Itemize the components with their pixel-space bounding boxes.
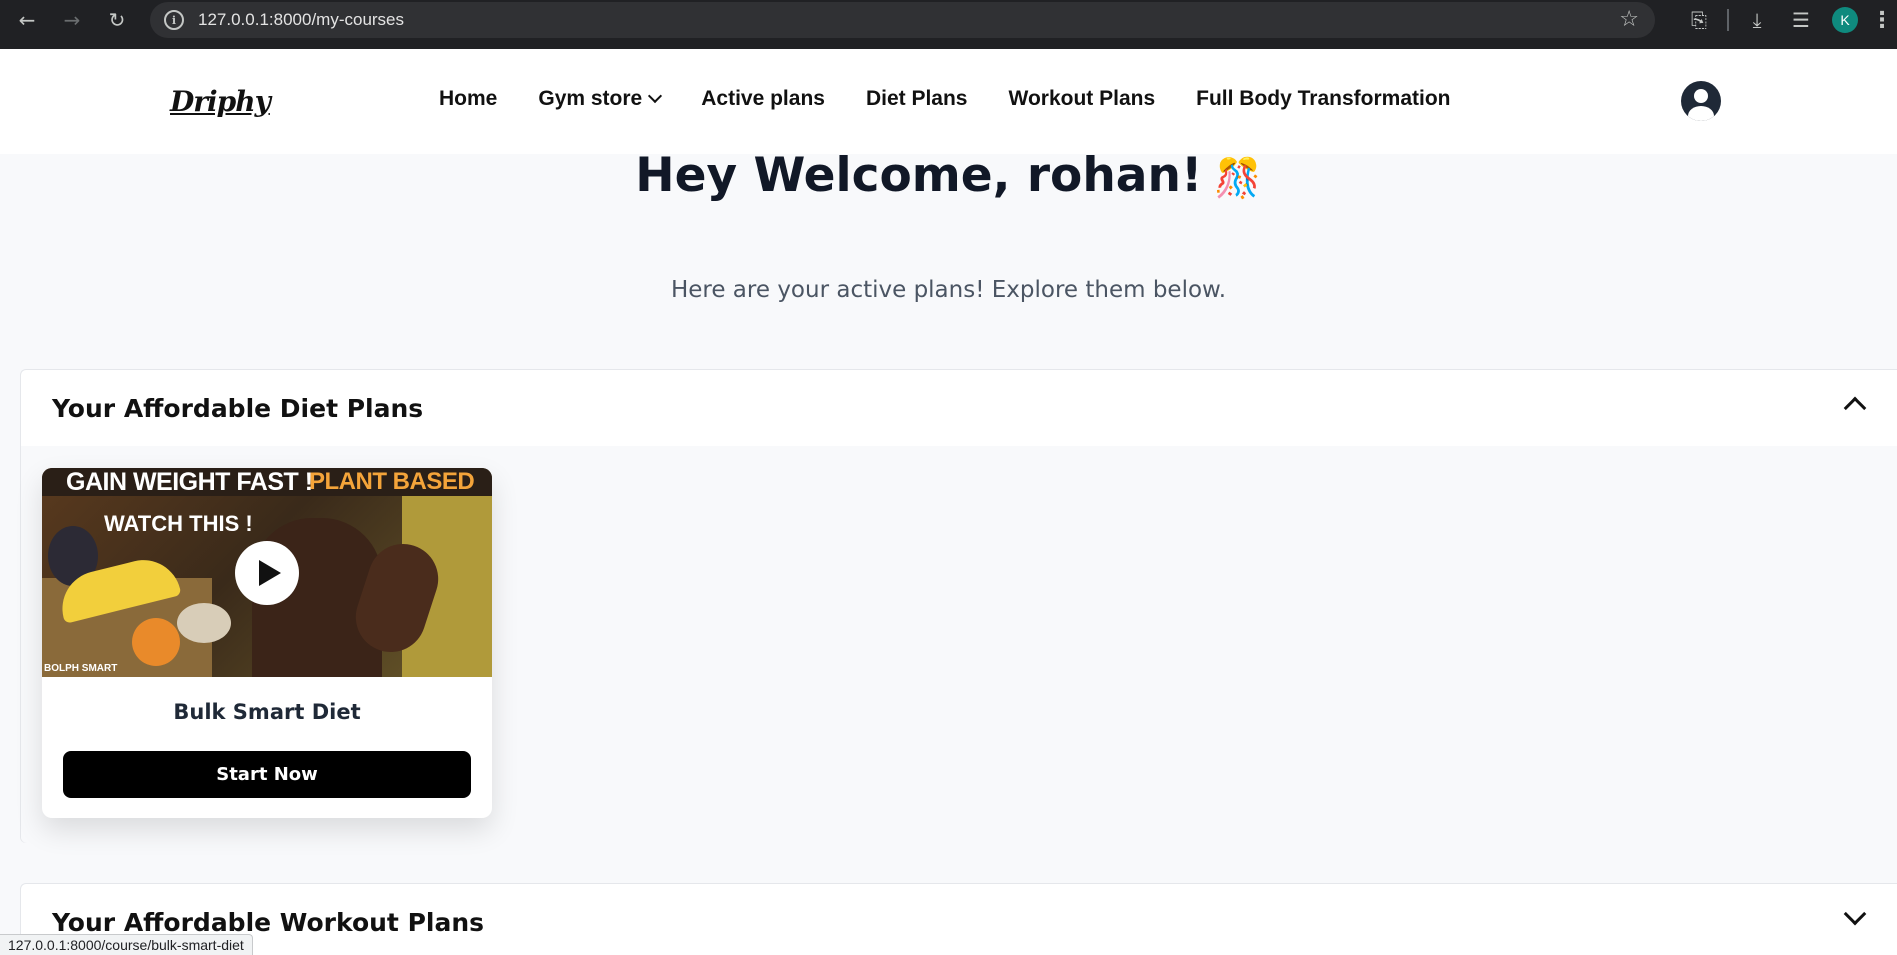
chevron-down-icon[interactable] bbox=[1843, 902, 1867, 926]
plan-card-title: Bulk Smart Diet bbox=[173, 700, 361, 724]
nav-workout-plans-label: Workout Plans bbox=[1008, 87, 1156, 110]
main-nav: Home Gym store Active plans Diet Plans W… bbox=[439, 87, 1492, 111]
browser-toolbar: ← → ↻ i 127.0.0.1:8000/my-courses ☆ ⎘ ⤓ … bbox=[0, 0, 1897, 49]
welcome-subtitle: Here are your active plans! Explore them… bbox=[670, 277, 1227, 303]
plan-card[interactable]: GAIN WEIGHT FAST ! PLANT BASED WATCH THI… bbox=[42, 468, 492, 818]
profile-avatar[interactable]: K bbox=[1823, 0, 1867, 40]
nav-workout-plans[interactable]: Workout Plans bbox=[1009, 87, 1156, 111]
play-triangle bbox=[259, 560, 281, 586]
thumb-orange bbox=[132, 618, 180, 666]
browser-menu-icon[interactable]: ⋮ bbox=[1867, 0, 1897, 40]
nav-active-plans[interactable]: Active plans bbox=[701, 87, 825, 111]
site-header: Driphy Home Gym store Active plans Diet … bbox=[0, 49, 1897, 154]
thumb-text-watch-this: WATCH THIS ! bbox=[104, 511, 253, 536]
address-bar[interactable]: i 127.0.0.1:8000/my-courses ☆ bbox=[150, 2, 1655, 38]
nav-full-body-transformation[interactable]: Full Body Transformation bbox=[1196, 87, 1450, 111]
user-icon-shoulders bbox=[1688, 106, 1714, 121]
address-url: 127.0.0.1:8000/my-courses bbox=[198, 10, 405, 29]
nav-diet-plans-label: Diet Plans bbox=[865, 87, 968, 110]
user-circle-icon[interactable] bbox=[1681, 81, 1721, 121]
bookmark-star-icon[interactable]: ☆ bbox=[1619, 7, 1639, 32]
thumb-watermark: BOLPH SMART bbox=[44, 663, 118, 674]
nav-home[interactable]: Home bbox=[439, 87, 497, 111]
chevron-down-icon bbox=[648, 88, 663, 104]
welcome-text: Hey Welcome, rohan! bbox=[635, 148, 1203, 203]
party-popper-icon: 🎊 bbox=[1214, 156, 1262, 200]
nav-active-plans-label: Active plans bbox=[701, 87, 825, 110]
play-button-icon[interactable] bbox=[235, 541, 299, 605]
site-info-icon[interactable]: i bbox=[164, 10, 184, 30]
reload-icon[interactable]: ↻ bbox=[95, 0, 139, 40]
nav-home-label: Home bbox=[439, 87, 498, 110]
nav-gym-store[interactable]: Gym store bbox=[538, 87, 663, 111]
toolbar-divider bbox=[1727, 9, 1729, 31]
start-now-button[interactable]: Start Now bbox=[63, 751, 471, 798]
status-bar-url: 127.0.0.1:8000/course/bulk-smart-diet bbox=[0, 934, 253, 955]
diet-plans-body: GAIN WEIGHT FAST ! PLANT BASED WATCH THI… bbox=[21, 446, 1897, 843]
nav-diet-plans[interactable]: Diet Plans bbox=[866, 87, 968, 111]
thumb-bowl bbox=[177, 603, 231, 643]
media-queue-icon[interactable]: ☰ bbox=[1779, 0, 1823, 40]
thumb-text-gain-weight: GAIN WEIGHT FAST ! bbox=[66, 468, 313, 496]
plan-thumbnail[interactable]: GAIN WEIGHT FAST ! PLANT BASED WATCH THI… bbox=[42, 468, 492, 677]
user-icon-head bbox=[1694, 89, 1708, 103]
workout-plans-accordion-header[interactable]: Your Affordable Workout Plans bbox=[21, 884, 1897, 955]
diet-plans-title: Your Affordable Diet Plans bbox=[52, 393, 424, 423]
thumb-text-plant-based: PLANT BASED bbox=[309, 468, 475, 495]
extensions-icon[interactable]: ⎘ bbox=[1677, 0, 1721, 40]
diet-plans-accordion: Your Affordable Diet Plans GAIN WEIGHT F… bbox=[20, 369, 1897, 843]
forward-arrow-icon[interactable]: → bbox=[50, 0, 94, 40]
chevron-up-icon[interactable] bbox=[1843, 396, 1867, 420]
download-icon[interactable]: ⤓ bbox=[1735, 0, 1779, 40]
workout-plans-accordion: Your Affordable Workout Plans bbox=[20, 883, 1897, 955]
diet-plans-accordion-header[interactable]: Your Affordable Diet Plans bbox=[21, 370, 1897, 446]
welcome-heading: Hey Welcome, rohan! 🎊 bbox=[0, 148, 1897, 203]
site-logo[interactable]: Driphy bbox=[170, 85, 271, 118]
nav-full-body-label: Full Body Transformation bbox=[1196, 87, 1451, 110]
back-arrow-icon[interactable]: ← bbox=[5, 0, 49, 40]
nav-gym-store-label: Gym store bbox=[538, 87, 643, 110]
profile-initial: K bbox=[1832, 7, 1858, 33]
workout-plans-title: Your Affordable Workout Plans bbox=[52, 907, 485, 937]
